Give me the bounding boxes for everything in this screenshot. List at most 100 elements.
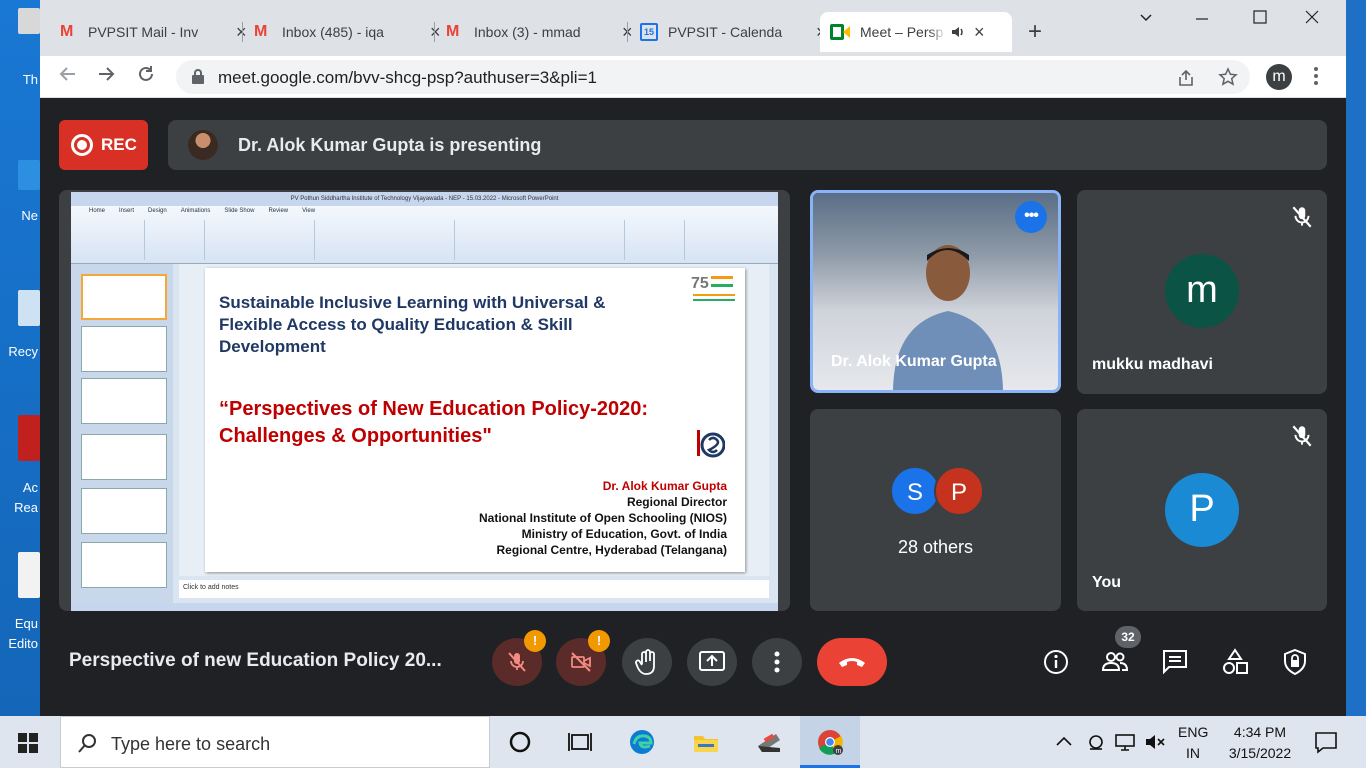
file-explorer-icon[interactable] [692, 728, 720, 756]
activities-icon[interactable] [1221, 648, 1249, 676]
author-line: Regional Director [626, 495, 727, 509]
forward-button[interactable] [96, 64, 116, 90]
tab-separator [242, 22, 243, 42]
participant-tile-mukku[interactable]: m mukku madhavi [1077, 190, 1327, 394]
desktop-acrobat-icon[interactable] [18, 415, 40, 461]
tab-pvpsit-calendar[interactable]: 15 PVPSIT - Calenda × [630, 12, 837, 52]
slide-subtitle: Sustainable Inclusive Learning with Univ… [219, 293, 606, 356]
warning-badge: ! [524, 630, 546, 652]
share-icon[interactable] [1176, 68, 1196, 88]
close-window-button[interactable] [1304, 8, 1320, 31]
microphone-toggle-button[interactable]: ! [492, 630, 546, 686]
speaker-video-tile[interactable]: ••• Dr. Alok Kumar Gupta [810, 190, 1061, 393]
people-icon[interactable] [1101, 648, 1129, 676]
ppt-font-group [205, 220, 315, 260]
raise-hand-button[interactable] [622, 638, 672, 686]
ppt-tab-review[interactable]: Review [268, 208, 288, 214]
chat-icon[interactable] [1161, 648, 1189, 676]
slide-thumbnail[interactable] [81, 542, 167, 588]
slide-thumbnail[interactable] [81, 326, 167, 372]
desktop-this-pc-icon[interactable] [18, 8, 40, 34]
ppt-tab-view[interactable]: View [302, 208, 315, 214]
address-bar[interactable]: meet.google.com/bvv-shcg-psp?authuser=3&… [176, 60, 1250, 94]
notifications-icon[interactable] [1314, 730, 1338, 754]
leave-call-button[interactable] [817, 638, 887, 686]
input-language-indicator[interactable]: ENG IN [1178, 722, 1208, 764]
task-view-icon[interactable] [566, 728, 594, 756]
tab-meet[interactable]: Meet – Persp × [820, 12, 1012, 52]
slide-thumbnail[interactable] [81, 488, 167, 534]
url-text[interactable]: meet.google.com/bvv-shcg-psp?authuser=3&… [218, 68, 597, 88]
meeting-details-icon[interactable] [1042, 648, 1070, 676]
slide-thumbnail[interactable] [81, 274, 167, 320]
tab-inbox-mmad[interactable]: M Inbox (3) - mmad × [436, 12, 643, 52]
volume-muted-icon[interactable] [1144, 732, 1166, 752]
edge-browser-icon[interactable] [628, 728, 656, 756]
warning-badge: ! [588, 630, 610, 652]
bookmark-star-icon[interactable] [1218, 67, 1238, 87]
tab-pvpsit-mail[interactable]: M PVPSIT Mail - Inv × [50, 12, 257, 52]
desktop-label-network: Ne [21, 208, 38, 223]
maximize-button[interactable] [1252, 8, 1268, 31]
ppt-slide-thumbnails [71, 264, 173, 603]
ppt-tab-design[interactable]: Design [148, 208, 167, 214]
hang-up-icon [839, 658, 865, 667]
tab-inbox-iqa[interactable]: M Inbox (485) - iqa × [244, 12, 451, 52]
tab-strip: M PVPSIT Mail - Inv × M Inbox (485) - iq… [40, 0, 1346, 56]
desktop-recycle-bin-icon[interactable] [18, 290, 40, 326]
meet-icon [830, 24, 850, 40]
nios-logo-icon [697, 430, 725, 458]
desktop-equation-editor-icon[interactable] [18, 552, 40, 598]
avatar: m [1165, 254, 1239, 328]
presentation-tile[interactable]: PV Pothun Siddhartha Institute of Techno… [59, 190, 790, 611]
present-now-button[interactable] [687, 638, 737, 686]
scanner-app-icon[interactable] [754, 728, 782, 756]
camera-off-icon [571, 652, 591, 672]
windows-start-icon[interactable] [18, 733, 38, 753]
slide-thumbnail[interactable] [81, 378, 167, 424]
network-icon[interactable] [1114, 732, 1136, 752]
reload-button[interactable] [136, 64, 156, 90]
ppt-tab-slide-show[interactable]: Slide Show [224, 208, 254, 214]
taskbar-search-box[interactable]: Type here to search [60, 716, 490, 768]
speaker-icon[interactable] [950, 24, 966, 40]
meeting-title[interactable]: Perspective of new Education Policy 20..… [69, 650, 442, 672]
system-clock[interactable]: 4:34 PM 3/15/2022 [1220, 722, 1300, 764]
ppt-ribbon-tabs: Home Insert Design Animations Slide Show… [89, 208, 315, 214]
desktop-strip: Th Ne Recy Ac Rea Equ Edito [0, 0, 40, 716]
chrome-taskbar-item[interactable]: m [800, 716, 860, 768]
more-options-button[interactable] [752, 638, 802, 686]
lock-icon[interactable] [192, 69, 204, 84]
browser-menu-icon[interactable] [1312, 66, 1320, 92]
avatar: S [890, 466, 940, 516]
host-controls-icon[interactable] [1281, 648, 1309, 676]
desktop-network-icon[interactable] [18, 160, 40, 190]
camera-toggle-button[interactable]: ! [556, 630, 610, 686]
tab-title: PVPSIT Mail - Inv [88, 24, 199, 40]
tab-search-icon[interactable] [1138, 8, 1154, 31]
gmail-icon: M [60, 23, 74, 40]
ppt-tab-insert[interactable]: Insert [119, 208, 134, 214]
slide-thumbnail[interactable] [81, 434, 167, 480]
azadi-ka-amrit-mahotsav-logo: 75 [691, 275, 735, 301]
tab-separator [434, 22, 435, 42]
profile-avatar[interactable]: m [1266, 64, 1292, 90]
cortana-icon[interactable] [506, 728, 534, 756]
participant-count-badge: 32 [1115, 626, 1141, 648]
back-button[interactable] [58, 64, 78, 90]
ppt-tab-animations[interactable]: Animations [181, 208, 211, 214]
minimize-button[interactable] [1194, 8, 1210, 31]
more-options-button[interactable]: ••• [1015, 201, 1047, 233]
presenter-avatar [188, 130, 218, 160]
self-tile[interactable]: P You [1077, 409, 1327, 611]
record-icon [71, 134, 93, 156]
others-tile[interactable]: S P 28 others [810, 409, 1061, 611]
new-tab-button[interactable]: + [1028, 18, 1042, 46]
close-icon[interactable]: × [974, 22, 985, 43]
recording-button[interactable]: REC [59, 120, 148, 170]
author-line: Ministry of Education, Govt. of India [521, 527, 727, 541]
webcam-icon[interactable] [1086, 732, 1106, 752]
chevron-up-icon[interactable] [1054, 732, 1074, 752]
ppt-tab-home[interactable]: Home [89, 208, 105, 214]
ppt-notes-pane[interactable]: Click to add notes [179, 580, 769, 598]
